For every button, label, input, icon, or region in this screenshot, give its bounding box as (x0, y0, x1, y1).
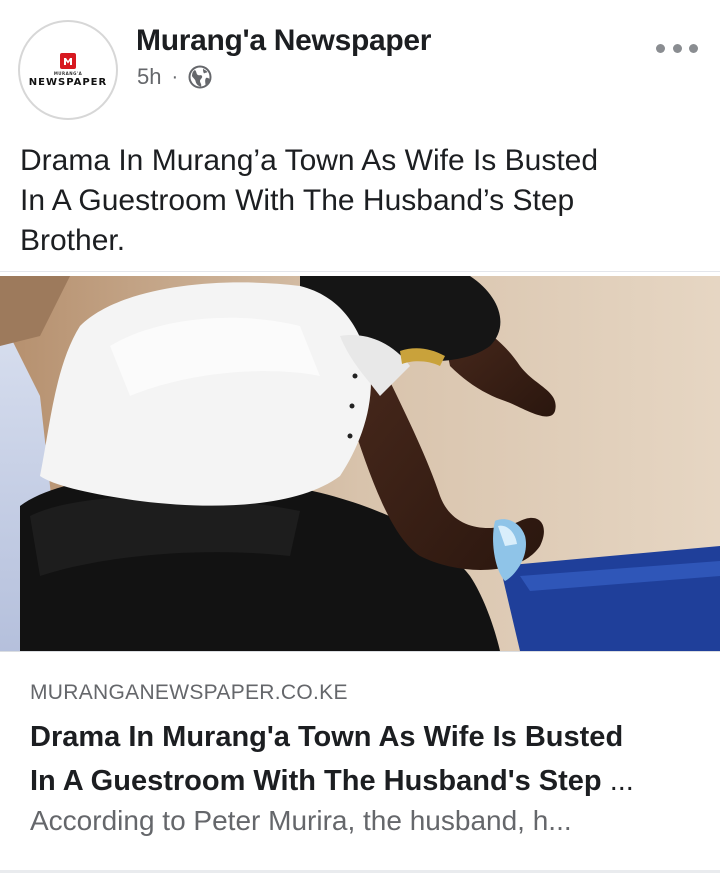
more-dot-icon (672, 43, 682, 53)
avatar-name-text: NEWSPAPER (28, 76, 108, 88)
post-text-line: Drama In Murang’a Town As Wife Is Busted (20, 144, 599, 177)
link-title-line-2: In A Guestroom With The Husband's Step .… (30, 759, 700, 803)
more-dot-icon (689, 43, 698, 53)
post-meta: 5h · (137, 64, 212, 90)
link-description: According to Peter Murira, the husband, … (30, 805, 572, 836)
post-photo[interactable] (0, 276, 720, 651)
link-title-ellipsis: ... (609, 765, 634, 797)
divider (0, 271, 720, 272)
logo-mark-icon (60, 52, 76, 69)
page-avatar[interactable]: MURANG'A NEWSPAPER (18, 20, 118, 120)
link-title-text: In A Guestroom With The Husband's Step (30, 765, 602, 797)
post-text: Drama In Murang’a Town As Wife Is Busted… (20, 141, 700, 261)
link-domain: MURANGANEWSPAPER.CO.KE (30, 681, 348, 704)
globe-icon[interactable] (188, 65, 212, 89)
avatar-small-text: MURANG'A (53, 70, 83, 76)
meta-separator: · (171, 65, 179, 88)
post-timestamp[interactable]: 5h (137, 64, 161, 90)
post-header: MURANG'A NEWSPAPER Murang'a Newspaper 5h… (0, 0, 720, 130)
page-name-link[interactable]: Murang'a Newspaper (136, 24, 431, 58)
post-text-line: Brother. (20, 224, 126, 257)
link-title-line: Drama In Murang'a Town As Wife Is Busted (30, 721, 624, 753)
post-text-line: In A Guestroom With The Husband’s Step (20, 184, 575, 217)
more-options-icon[interactable] (656, 38, 698, 58)
photo-image (0, 276, 720, 651)
more-dot-icon (656, 43, 665, 53)
link-title[interactable]: Drama In Murang'a Town As Wife Is Busted… (30, 715, 700, 803)
